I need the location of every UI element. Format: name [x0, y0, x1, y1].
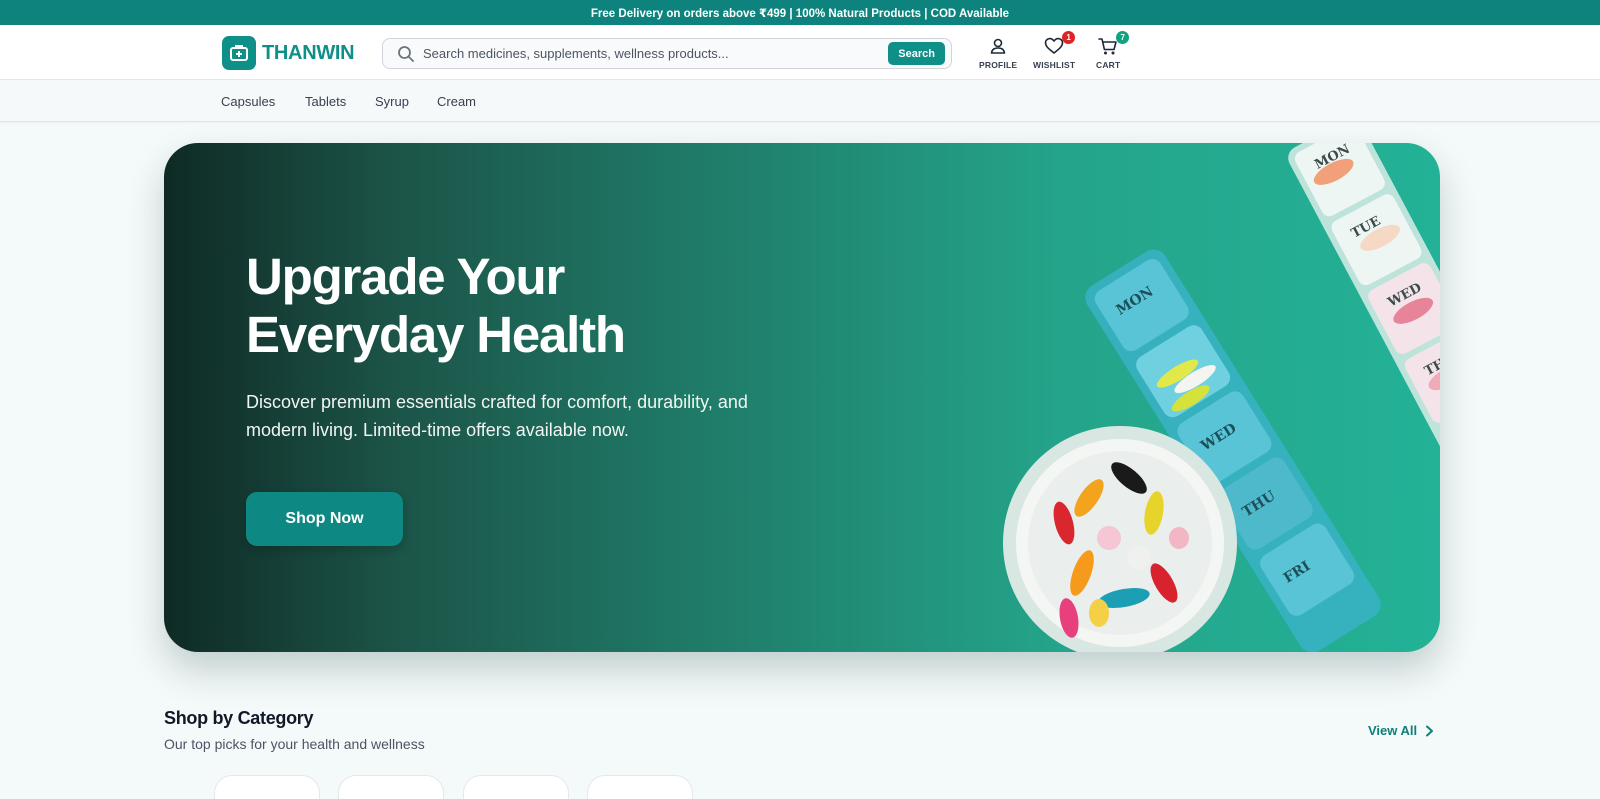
- category-card[interactable]: [214, 775, 320, 799]
- wishlist-label: WISHLIST: [1033, 60, 1076, 70]
- hero-subtitle: Discover premium essentials crafted for …: [246, 392, 748, 440]
- site-header: THANWIN Search PROFILE 1 WISHLIST: [0, 25, 1600, 80]
- nav-link-cream[interactable]: Cream: [437, 94, 476, 109]
- search-icon: [391, 39, 421, 68]
- brand-logo[interactable]: THANWIN: [222, 36, 355, 70]
- hero-banner: Upgrade Your Everyday Health Discover pr…: [164, 143, 1440, 652]
- cart-icon: 7: [1096, 31, 1130, 57]
- search-bar: Search: [382, 38, 952, 69]
- cart-button[interactable]: 7 CART: [1096, 31, 1130, 70]
- medical-kit-icon: [222, 36, 256, 70]
- category-section-title: Shop by Category: [164, 708, 314, 728]
- hero-title-line-1: Upgrade Your: [246, 248, 565, 305]
- view-all-label: View All: [1368, 723, 1418, 738]
- profile-button[interactable]: PROFILE: [979, 35, 1017, 70]
- search-input[interactable]: [421, 46, 889, 61]
- wishlist-count-badge: 1: [1062, 31, 1076, 44]
- shop-now-button[interactable]: Shop Now: [246, 492, 403, 546]
- category-nav: Capsules Tablets Syrup Cream: [0, 80, 1600, 122]
- profile-label: PROFILE: [979, 60, 1018, 70]
- category-section-subtitle: Our top picks for your health and wellne…: [164, 736, 425, 752]
- heart-icon: 1: [1042, 31, 1076, 57]
- nav-link-tablets[interactable]: Tablets: [305, 94, 346, 109]
- hero-title-line-2: Everyday Health: [246, 306, 626, 363]
- pill-organizer-image: MON TUE WED THU MON WED THU FRI: [1003, 143, 1440, 652]
- hero-title: Upgrade Your Everyday Health: [246, 248, 626, 364]
- cart-count-badge: 7: [1116, 31, 1130, 44]
- category-card[interactable]: [463, 775, 569, 799]
- search-button[interactable]: Search: [888, 42, 945, 65]
- announcement-text: Free Delivery on orders above ₹499 | 100…: [590, 7, 1010, 20]
- nav-link-capsules[interactable]: Capsules: [221, 94, 275, 109]
- user-icon: [986, 35, 1010, 57]
- wishlist-button[interactable]: 1 WISHLIST: [1033, 31, 1076, 70]
- announcement-bar: Free Delivery on orders above ₹499 | 100…: [0, 0, 1600, 25]
- chevron-right-icon: [1425, 725, 1434, 737]
- view-all-link[interactable]: View All: [1368, 723, 1434, 738]
- category-card[interactable]: [587, 775, 693, 799]
- nav-link-syrup[interactable]: Syrup: [375, 94, 409, 109]
- category-card[interactable]: [338, 775, 444, 799]
- cart-label: CART: [1096, 60, 1121, 70]
- brand-name: THANWIN: [262, 41, 355, 64]
